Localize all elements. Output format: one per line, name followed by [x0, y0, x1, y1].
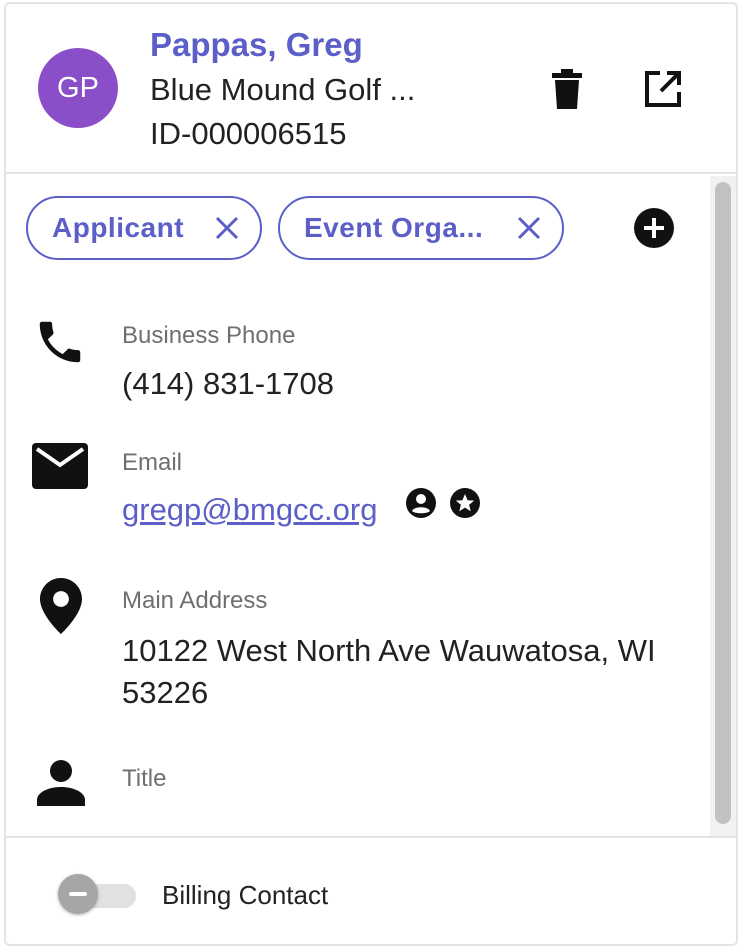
tag-label: Applicant — [52, 212, 185, 243]
contact-card: GP Pappas, Greg Blue Mound Golf ... ID-0… — [4, 2, 738, 946]
account-circle-icon[interactable] — [406, 488, 436, 518]
email-label: Email — [122, 449, 183, 476]
main-address-label: Main Address — [122, 587, 268, 614]
tag-label: Event Orga... — [304, 212, 484, 243]
add-tag-button[interactable] — [634, 208, 674, 248]
contact-header: GP Pappas, Greg Blue Mound Golf ... ID-0… — [6, 4, 736, 174]
delete-button[interactable] — [544, 66, 590, 112]
star-circle-icon[interactable] — [450, 488, 480, 518]
contact-details: Applicant Event Orga... Business Phone (… — [6, 176, 736, 836]
location-pin-icon — [36, 576, 86, 636]
scrollbar-thumb[interactable] — [715, 182, 731, 824]
open-in-new-button[interactable] — [640, 66, 686, 112]
title-label: Title — [122, 765, 167, 792]
email-link[interactable]: gregp@bmgcc.org — [122, 492, 377, 528]
close-icon[interactable] — [214, 215, 240, 241]
tag-chip-applicant[interactable]: Applicant — [26, 196, 262, 260]
contact-id: ID-000006515 — [150, 116, 347, 151]
business-phone-label: Business Phone — [122, 322, 296, 349]
mail-icon — [32, 442, 88, 490]
close-icon[interactable] — [516, 215, 542, 241]
billing-contact-label: Billing Contact — [162, 880, 329, 910]
person-icon — [36, 758, 86, 808]
toggle-off-icon — [58, 874, 98, 914]
tag-chip-event-organizer[interactable]: Event Orga... — [278, 196, 564, 260]
contact-company: Blue Mound Golf ... — [150, 72, 416, 107]
business-phone-value[interactable]: (414) 831-1708 — [122, 366, 334, 402]
address-line-2: 53226 — [122, 675, 209, 710]
avatar: GP — [38, 48, 118, 128]
phone-icon — [32, 314, 88, 370]
main-address-value[interactable]: 10122 West North Ave Wauwatosa, WI 53226 — [122, 630, 702, 714]
contact-name[interactable]: Pappas, Greg — [150, 26, 363, 64]
open-in-new-icon — [645, 71, 681, 107]
billing-contact-toggle[interactable] — [58, 874, 138, 914]
address-line-1: 10122 West North Ave Wauwatosa, WI — [122, 633, 656, 668]
scrollbar[interactable] — [710, 176, 736, 836]
trash-icon — [552, 69, 582, 109]
contact-footer: Billing Contact — [6, 836, 736, 946]
